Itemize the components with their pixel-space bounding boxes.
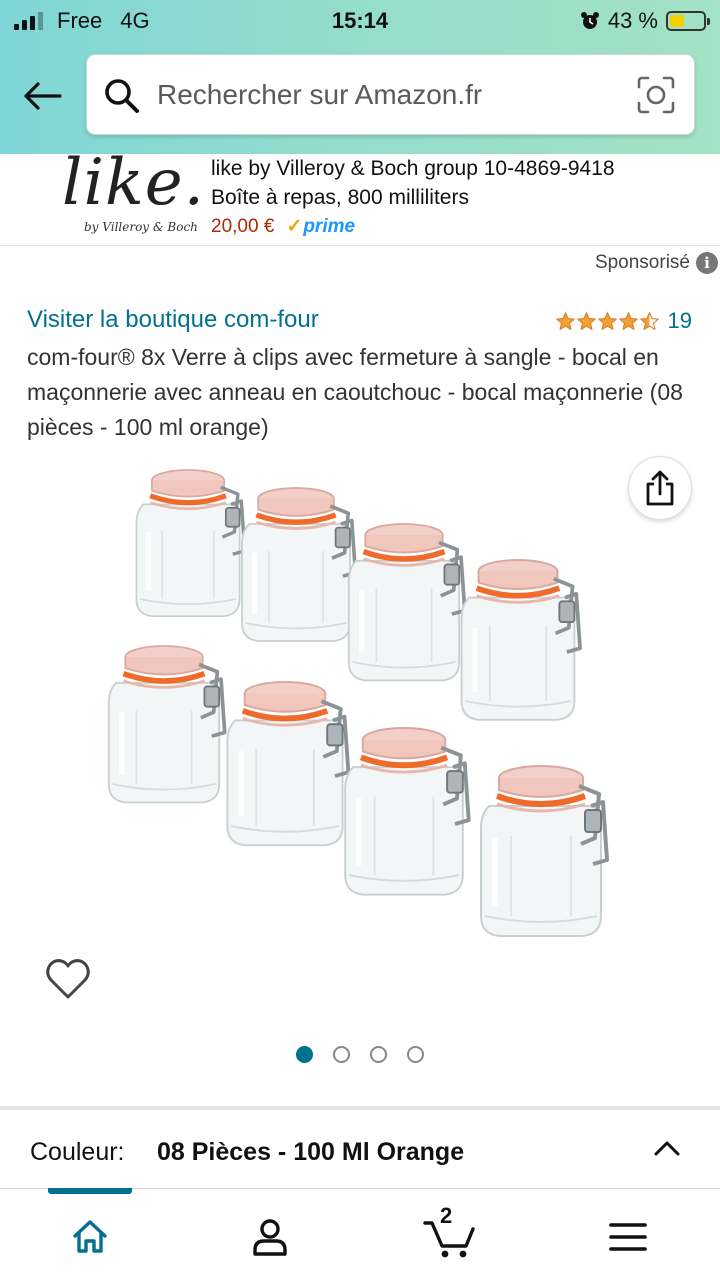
menu-icon: [609, 1223, 647, 1251]
glass-jar: [241, 487, 358, 642]
star-icon: [618, 311, 638, 330]
home-icon: [73, 1220, 107, 1253]
rating[interactable]: 19: [555, 308, 692, 334]
search-bar[interactable]: [86, 54, 695, 135]
prime-check-icon: ✓: [286, 216, 303, 237]
header: Free 4G 15:14 43 %: [0, 0, 720, 154]
app-screen: Free 4G 15:14 43 % Rechercher sur Amazon…: [0, 0, 720, 1280]
pagination-dot[interactable]: [407, 1046, 424, 1063]
share-button[interactable]: [628, 456, 692, 520]
info-icon[interactable]: i: [696, 252, 718, 274]
product-image[interactable]: [0, 450, 720, 1030]
battery-icon: [666, 11, 710, 31]
glass-jar: [480, 765, 609, 937]
ad-price: 20,00 €: [211, 215, 275, 237]
image-pagination: [0, 1046, 720, 1063]
account-icon: [253, 1219, 287, 1256]
nav-home[interactable]: [60, 1207, 120, 1267]
ad-title[interactable]: like by Villeroy & Boch group 10-4869-94…: [211, 154, 651, 212]
search-icon: [105, 79, 139, 113]
back-button[interactable]: [18, 72, 66, 120]
variant-label: Couleur:: [30, 1138, 125, 1166]
variant-value: 08 Pièces - 100 Ml Orange: [157, 1138, 465, 1166]
glass-jar: [347, 523, 467, 682]
back-arrow-icon: [24, 82, 62, 110]
active-tab-indicator: [48, 1188, 132, 1194]
search-input[interactable]: [157, 71, 617, 119]
brand-logo: like. by Villeroy & Boch: [62, 146, 205, 234]
product-title: com-four® 8x Verre à clips avec fermetur…: [27, 344, 683, 440]
rating-count[interactable]: 19: [668, 308, 692, 334]
store-link[interactable]: Visiter la boutique com-four: [27, 306, 319, 334]
heart-icon: [46, 959, 90, 999]
sponsored-label[interactable]: Sponsorisé i: [595, 252, 718, 274]
glass-jar: [107, 645, 227, 804]
pagination-dot[interactable]: [296, 1046, 313, 1063]
nav-cart[interactable]: 2: [420, 1203, 480, 1267]
star-icon: [576, 311, 596, 330]
nav-account[interactable]: [240, 1207, 300, 1267]
variant-selector[interactable]: Couleur: 08 Pièces - 100 Ml Orange: [0, 1106, 720, 1188]
alarm-icon: [580, 12, 599, 29]
share-icon: [646, 470, 674, 506]
glass-jar: [460, 559, 582, 721]
bottom-nav: 2: [0, 1188, 720, 1280]
prime-badge: ✓ prime: [286, 215, 356, 238]
star-icon: [639, 311, 659, 330]
chevron-up-icon[interactable]: [652, 1134, 682, 1164]
star-icon: [597, 311, 617, 330]
status-bar: Free 4G 15:14 43 %: [0, 0, 720, 40]
sponsored-ad-banner[interactable]: like. by Villeroy & Boch like by Villero…: [0, 146, 720, 246]
wishlist-button[interactable]: [44, 955, 92, 1003]
pagination-dot[interactable]: [333, 1046, 350, 1063]
glass-jar: [135, 469, 247, 618]
star-rating: [555, 311, 660, 332]
star-icon: [555, 311, 575, 330]
glass-jar: [344, 727, 471, 896]
glass-jar: [226, 681, 351, 847]
pagination-dot[interactable]: [370, 1046, 387, 1063]
battery-percent: 43 %: [607, 8, 658, 33]
nav-menu[interactable]: [598, 1207, 658, 1267]
camera-scan-icon[interactable]: [636, 75, 676, 115]
cart-count: 2: [440, 1203, 453, 1228]
